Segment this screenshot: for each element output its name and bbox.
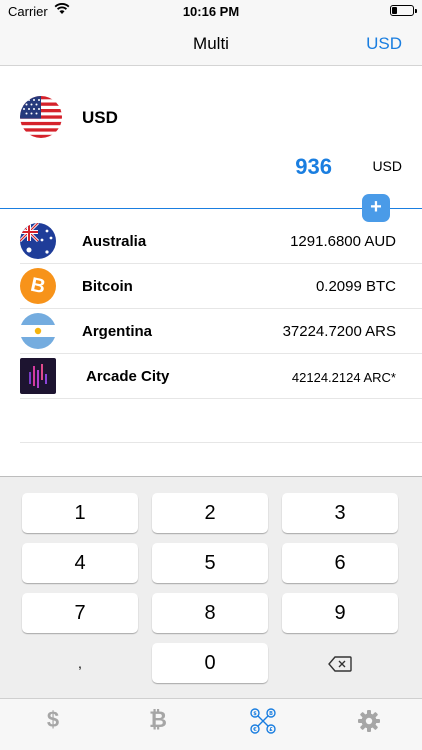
base-amount[interactable]: 936 bbox=[295, 154, 332, 180]
key-2[interactable]: 2 bbox=[152, 493, 268, 533]
bitcoin-icon: B bbox=[20, 268, 56, 304]
key-0[interactable]: 0 bbox=[152, 643, 268, 683]
currency-name: Argentina bbox=[82, 323, 153, 340]
tab-dollar[interactable]: $ bbox=[38, 705, 68, 735]
currency-name: Bitcoin bbox=[82, 278, 133, 295]
svg-text:B: B bbox=[269, 711, 273, 717]
currency-list: Australia 1291.6800 AUD B Bitcoin 0.2099… bbox=[20, 219, 422, 399]
key-7[interactable]: 7 bbox=[22, 593, 138, 633]
base-currency-panel: USD 936 USD bbox=[0, 66, 422, 208]
key-1[interactable]: 1 bbox=[22, 493, 138, 533]
list-separator bbox=[20, 442, 422, 443]
page-title: Multi bbox=[193, 34, 229, 53]
tab-settings[interactable] bbox=[354, 705, 384, 735]
tab-bitcoin[interactable]: ₿ bbox=[143, 705, 173, 735]
currency-name: Australia bbox=[82, 233, 147, 250]
currency-value: 37224.7200 ARS bbox=[282, 323, 396, 340]
arcade-city-icon bbox=[20, 358, 56, 394]
australia-flag-icon bbox=[20, 223, 56, 259]
tab-bar: $ ₿ $ B € £ bbox=[0, 698, 422, 750]
battery-icon bbox=[390, 5, 417, 16]
list-item[interactable]: Argentina 37224.7200 ARS bbox=[20, 309, 422, 354]
svg-text:£: £ bbox=[269, 727, 273, 733]
svg-text:$: $ bbox=[253, 711, 257, 717]
dollar-icon: $ bbox=[46, 707, 60, 732]
currency-value: 1291.6800 AUD bbox=[290, 233, 396, 250]
gear-icon bbox=[357, 709, 381, 733]
key-3[interactable]: 3 bbox=[282, 493, 398, 533]
currency-value: 0.2099 BTC bbox=[315, 278, 396, 295]
bitcoin-tab-icon: ₿ bbox=[149, 707, 167, 732]
multi-convert-icon: $ B € £ bbox=[249, 707, 277, 735]
clock: 10:16 PM bbox=[182, 4, 240, 19]
key-6[interactable]: 6 bbox=[282, 543, 398, 583]
base-amount-unit: USD bbox=[372, 158, 402, 174]
tab-multi[interactable]: $ B € £ bbox=[248, 705, 278, 735]
status-bar: Carrier 10:16 PM bbox=[0, 0, 422, 22]
number-keypad: 1 2 3 4 5 6 7 8 9 , 0 bbox=[0, 476, 422, 698]
key-4[interactable]: 4 bbox=[22, 543, 138, 583]
divider bbox=[0, 208, 422, 209]
list-item[interactable]: Arcade City 42124.2124 ARC* bbox=[20, 354, 422, 399]
bitcoin-glyph: B bbox=[28, 273, 48, 299]
navigation-bar: Multi USD bbox=[0, 22, 422, 66]
key-decimal[interactable]: , bbox=[22, 643, 138, 683]
base-currency-button[interactable]: USD bbox=[366, 34, 402, 54]
backspace-icon bbox=[328, 656, 352, 672]
svg-text:€: € bbox=[252, 727, 257, 733]
add-currency-button[interactable]: + bbox=[362, 194, 390, 222]
base-currency-code: USD bbox=[82, 108, 118, 127]
currency-value: 42124.2124 ARC* bbox=[291, 370, 396, 385]
key-5[interactable]: 5 bbox=[152, 543, 268, 583]
usa-flag-icon bbox=[20, 96, 62, 138]
argentina-flag-icon bbox=[20, 313, 56, 349]
currency-name: Arcade City bbox=[86, 368, 170, 385]
backspace-key[interactable] bbox=[282, 643, 398, 683]
key-8[interactable]: 8 bbox=[152, 593, 268, 633]
key-9[interactable]: 9 bbox=[282, 593, 398, 633]
list-item[interactable]: Australia 1291.6800 AUD bbox=[20, 219, 422, 264]
list-item[interactable]: B Bitcoin 0.2099 BTC bbox=[20, 264, 422, 309]
